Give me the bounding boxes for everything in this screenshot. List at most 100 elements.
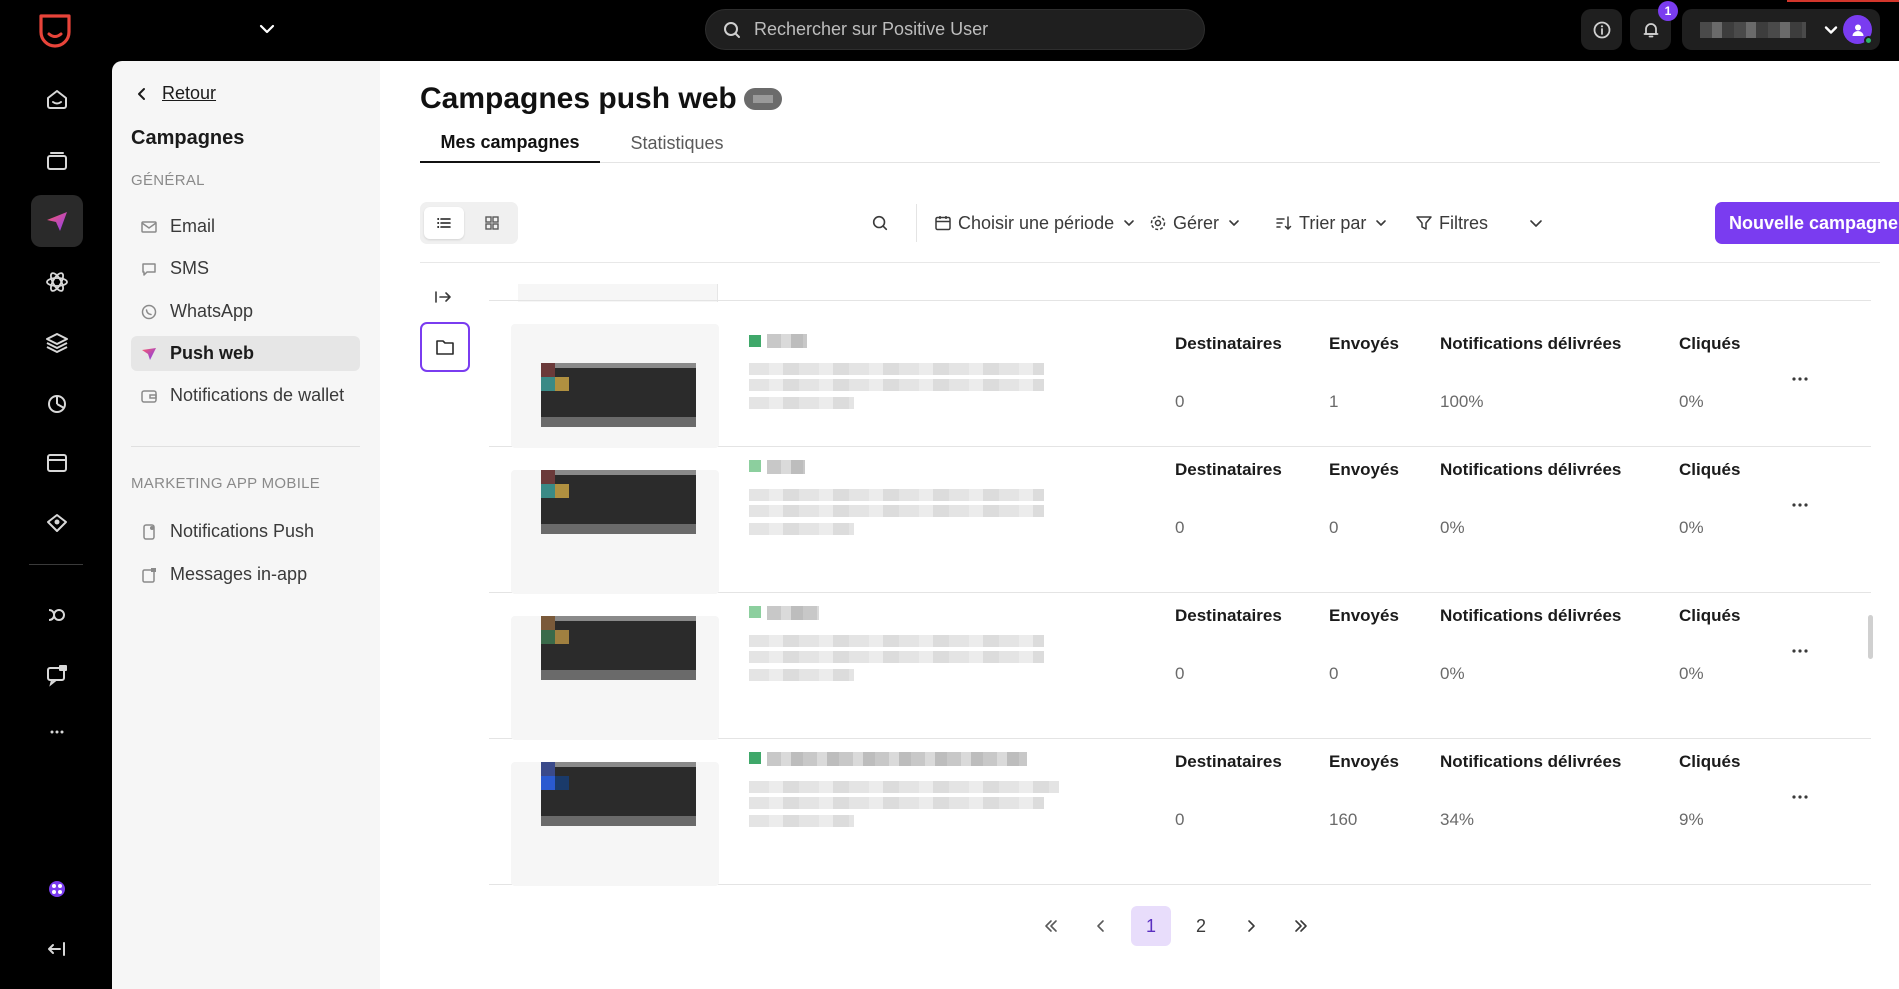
page-button-2[interactable]: 2 [1181,906,1221,946]
rail-layers[interactable] [31,317,83,369]
back-link[interactable]: Retour [134,83,216,104]
tab-statistics[interactable]: Statistiques [602,123,752,163]
nav-item-label: SMS [170,258,210,278]
column-header-sent: Envoyés [1329,460,1399,479]
more-dots-icon [50,730,64,734]
wallet-icon [141,389,157,403]
sort-menu[interactable]: Trier par [1275,202,1390,244]
nav-item-email[interactable]: Email [131,209,360,244]
first-page-button[interactable] [1031,906,1071,946]
tabs: Mes campagnes Statistiques [420,123,1880,163]
folders-button[interactable] [420,322,470,372]
info-icon [1593,21,1610,38]
nav-item-whatsapp[interactable]: WhatsApp [131,294,360,329]
row-actions-button[interactable] [1785,369,1815,389]
campaign-name-redacted [767,334,807,348]
rail-more[interactable] [31,706,83,758]
rail-collapse[interactable] [31,923,83,975]
more-horizontal-icon [1792,377,1808,381]
avatar[interactable] [1843,15,1873,45]
row-actions-button[interactable] [1785,641,1815,661]
campaign-name-redacted [767,752,1027,766]
filters-label: Filtres [1439,212,1488,233]
more-options-dropdown[interactable] [1527,202,1545,244]
previous-page-button[interactable] [1081,906,1121,946]
manage-menu[interactable]: Gérer [1149,202,1243,244]
column-header-sent: Envoyés [1329,752,1399,771]
filter-icon [1416,216,1432,230]
column-header-sent: Envoyés [1329,334,1399,353]
subnav-divider [131,446,360,447]
manage-label: Gérer [1173,212,1220,233]
grid-view-button[interactable] [472,207,512,239]
status-dot [749,752,761,764]
sent-value: 1 [1329,392,1339,411]
subnav-title: Campagnes [131,127,245,149]
chevron-down-icon [1824,25,1838,34]
back-label: Retour [162,83,217,103]
clicked-value: 0% [1679,392,1704,411]
nav-item-in-app-messages[interactable]: Messages in-app [131,557,360,592]
row-actions-button[interactable] [1785,787,1815,807]
rail-automations[interactable] [31,256,83,308]
tab-my-campaigns[interactable]: Mes campagnes [420,123,600,163]
nav-item-label: Notifications Push [170,521,315,541]
rail-contacts[interactable] [31,134,83,186]
nav-item-push-notifications[interactable]: Notifications Push [131,514,360,549]
scrollbar-thumb[interactable] [1868,615,1873,659]
campaign-row[interactable]: Destinataires Envoyés Notifications déli… [489,593,1871,740]
column-header-recipients: Destinataires [1175,460,1282,479]
toolbar-divider [916,204,917,242]
last-page-button[interactable] [1281,906,1321,946]
home-icon [47,90,67,109]
more-horizontal-icon [1792,795,1808,799]
rail-loyalty[interactable] [31,497,83,549]
search-input[interactable] [754,19,1174,40]
campaign-description-redacted [749,505,1044,517]
period-label: Choisir une période [958,212,1115,233]
page-button-1[interactable]: 1 [1131,906,1171,946]
folder-stack-icon [47,152,67,170]
search-campaigns-button[interactable] [871,202,889,244]
row-actions-button[interactable] [1785,495,1815,515]
new-campaign-button[interactable]: Nouvelle campagne [1715,202,1899,244]
workspace-chevron-down-icon[interactable] [256,18,278,40]
period-picker[interactable]: Choisir une période [934,202,1138,244]
rail-conversations[interactable] [31,649,83,701]
rail-integrations[interactable] [31,589,83,641]
info-button[interactable] [1581,9,1622,50]
campaign-row[interactable]: Destinataires Envoyés Notifications déli… [489,739,1871,886]
account-menu[interactable] [1682,9,1880,50]
nav-item-label: Email [170,216,216,236]
calendar-icon [935,216,951,231]
account-name-redacted [1700,21,1806,38]
rail-product-switcher[interactable] [31,863,83,915]
campaign-description-redacted [749,781,1059,793]
expand-arrow-icon[interactable] [433,287,453,307]
campaign-description-redacted [749,651,1044,663]
campaign-date-redacted [749,669,854,681]
filters-button[interactable]: Filtres [1415,202,1494,244]
global-search[interactable] [705,9,1205,50]
sent-value: 0 [1329,518,1339,537]
campaign-thumbnail [541,616,696,680]
rail-templates[interactable] [31,437,83,489]
section-label-general: GÉNÉRAL [131,172,205,189]
campaign-row[interactable]: Destinataires Envoyés Notifications déli… [489,301,1871,448]
more-horizontal-icon [1792,649,1808,653]
status-dot [749,460,761,472]
chevron-down-icon [1124,220,1134,226]
campaign-date-redacted [749,397,854,409]
list-view-button[interactable] [424,207,464,239]
nav-item-sms[interactable]: SMS [131,251,360,286]
nav-item-wallet-notifications[interactable]: Notifications de wallet [131,378,360,413]
nav-item-push-web[interactable]: Push web [131,336,360,371]
campaign-row[interactable]: Destinataires Envoyés Notifications déli… [489,447,1871,594]
rail-analytics[interactable] [31,377,83,429]
next-page-button[interactable] [1231,906,1271,946]
app-logo-icon[interactable] [35,10,75,50]
user-icon [1852,24,1863,36]
column-header-recipients: Destinataires [1175,334,1282,353]
rail-home[interactable] [31,73,83,125]
rail-campaigns[interactable] [31,195,83,247]
